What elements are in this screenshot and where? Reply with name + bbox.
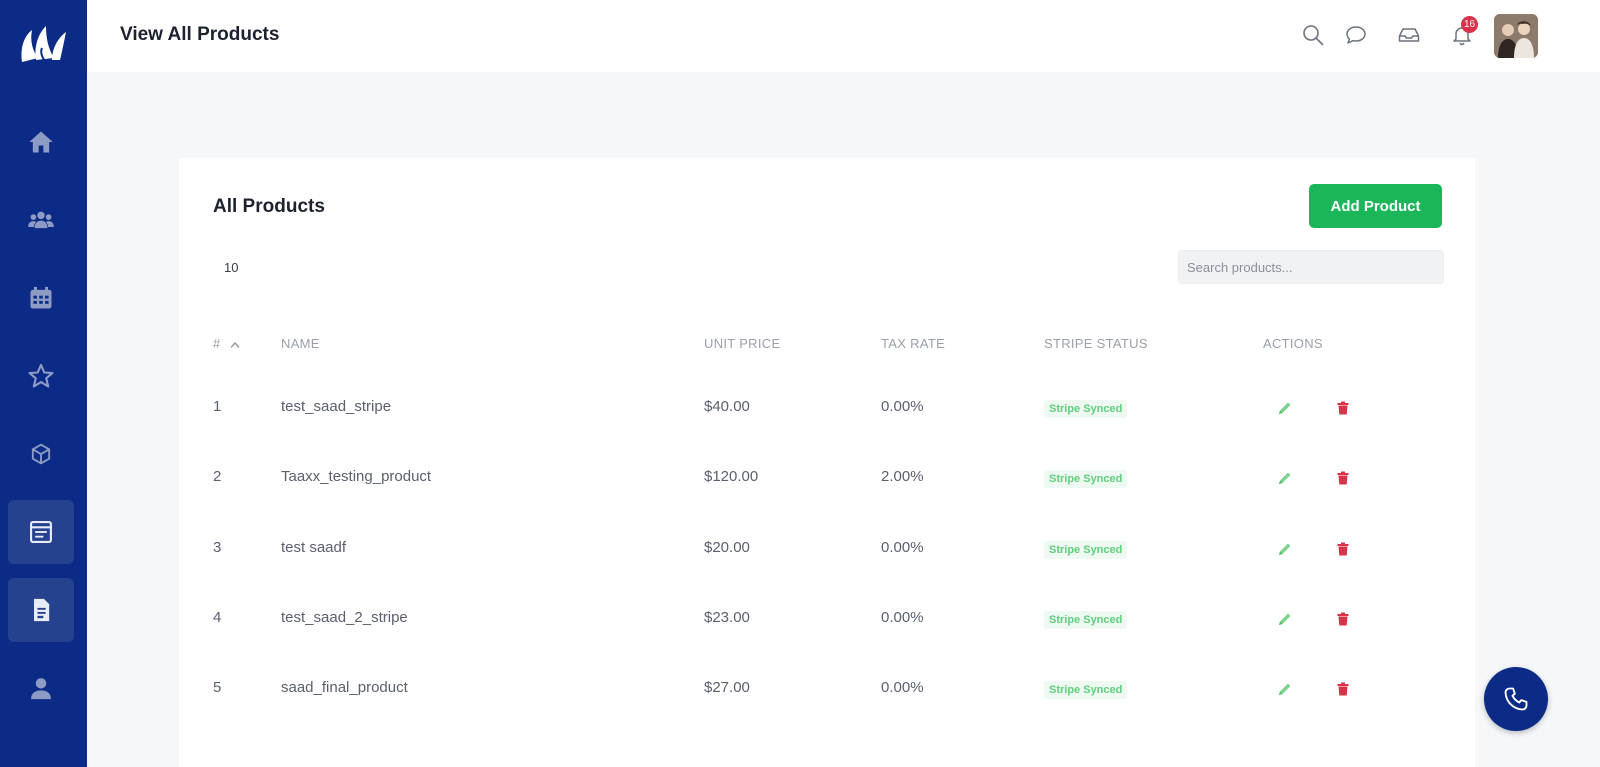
product-name: test_saad_2_stripe	[281, 609, 408, 626]
table-row: 1 test_saad_stripe $40.00 0.00% Stripe S…	[179, 398, 1475, 428]
card-title: All Products	[213, 196, 325, 217]
inbox-button[interactable]	[1397, 23, 1423, 49]
column-header-name[interactable]: NAME	[281, 336, 320, 351]
products-card: All Products Add Product 10 # NAME UNIT …	[179, 158, 1475, 767]
sidebar-item-home[interactable]	[8, 110, 74, 174]
invoice-list-icon	[30, 521, 52, 543]
stripe-status-badge: Stripe Synced	[1044, 681, 1128, 699]
brand-logo[interactable]	[18, 22, 70, 66]
tax-rate: 0.00%	[881, 539, 924, 556]
document-icon	[34, 598, 50, 622]
product-name: test_saad_stripe	[281, 398, 392, 415]
tax-rate: 0.00%	[881, 398, 924, 415]
table-row: 3 test saadf $20.00 0.00% Stripe Synced	[179, 539, 1475, 569]
stripe-status-badge: Stripe Synced	[1044, 470, 1128, 488]
column-header-number[interactable]: #	[213, 336, 241, 351]
edit-button[interactable]	[1277, 470, 1293, 490]
unit-price: $23.00	[704, 609, 750, 626]
avatar-photo-icon	[1494, 14, 1538, 58]
delete-button[interactable]	[1335, 470, 1351, 490]
notification-badge: 16	[1461, 16, 1478, 33]
star-icon	[28, 363, 54, 388]
unit-price: $40.00	[704, 398, 750, 415]
row-number: 4	[213, 609, 222, 626]
page-title: View All Products	[120, 24, 280, 45]
edit-button[interactable]	[1277, 400, 1293, 420]
inbox-icon	[1398, 28, 1420, 42]
messages-button[interactable]	[1344, 23, 1370, 49]
users-icon	[28, 211, 54, 229]
column-header-unit-price[interactable]: UNIT PRICE	[704, 336, 780, 351]
column-header-tax-rate[interactable]: TAX RATE	[881, 336, 945, 351]
chat-bubble-icon	[1346, 26, 1366, 44]
sidebar-item-invoices[interactable]	[8, 500, 74, 564]
column-header-actions: ACTIONS	[1263, 336, 1323, 351]
delete-button[interactable]	[1335, 400, 1351, 420]
stripe-status-badge: Stripe Synced	[1044, 611, 1128, 629]
table-row: 5 saad_final_product $27.00 0.00% Stripe…	[179, 679, 1475, 709]
user-icon	[31, 678, 51, 700]
trash-icon	[1337, 471, 1349, 485]
stripe-status-badge: Stripe Synced	[1044, 400, 1128, 418]
pencil-icon	[1279, 472, 1291, 484]
sidebar	[0, 0, 87, 767]
table-row: 4 test_saad_2_stripe $23.00 0.00% Stripe…	[179, 609, 1475, 639]
edit-button[interactable]	[1277, 541, 1293, 561]
tax-rate: 2.00%	[881, 468, 924, 485]
pencil-icon	[1279, 402, 1291, 414]
box-icon	[31, 443, 51, 465]
delete-button[interactable]	[1335, 681, 1351, 701]
pencil-icon	[1279, 683, 1291, 695]
edit-button[interactable]	[1277, 681, 1293, 701]
top-header: View All Products	[87, 0, 1600, 72]
row-number: 5	[213, 679, 222, 696]
search-button[interactable]	[1301, 23, 1327, 49]
table-row: 2 Taaxx_testing_product $120.00 2.00% St…	[179, 468, 1475, 498]
product-name: test saadf	[281, 539, 347, 556]
add-product-button[interactable]: Add Product	[1309, 184, 1442, 228]
unit-price: $27.00	[704, 679, 750, 696]
unit-price: $20.00	[704, 539, 750, 556]
table-header: # NAME UNIT PRICE TAX RATE STRIPE STATUS…	[179, 336, 1475, 356]
row-number: 3	[213, 539, 222, 556]
search-icon	[1303, 25, 1324, 46]
phone-icon	[1504, 687, 1528, 711]
edit-button[interactable]	[1277, 611, 1293, 631]
trash-icon	[1337, 682, 1349, 696]
product-name: saad_final_product	[281, 679, 408, 696]
product-name: Taaxx_testing_product	[281, 468, 432, 485]
page-size-select[interactable]: 10	[224, 260, 238, 275]
trash-icon	[1337, 612, 1349, 626]
tax-rate: 0.00%	[881, 609, 924, 626]
call-button[interactable]	[1484, 667, 1548, 731]
tax-rate: 0.00%	[881, 679, 924, 696]
sidebar-item-users[interactable]	[8, 188, 74, 252]
delete-button[interactable]	[1335, 541, 1351, 561]
sidebar-item-products[interactable]	[8, 422, 74, 486]
calendar-icon	[30, 286, 52, 309]
sidebar-item-calendar[interactable]	[8, 266, 74, 330]
row-number: 1	[213, 398, 222, 415]
row-number: 2	[213, 468, 222, 485]
column-header-stripe-status[interactable]: STRIPE STATUS	[1044, 336, 1148, 351]
search-input[interactable]	[1178, 250, 1444, 284]
sort-ascending-icon	[230, 341, 241, 348]
avatar[interactable]	[1494, 14, 1538, 58]
sidebar-item-favorites[interactable]	[8, 344, 74, 408]
sidebar-item-profile[interactable]	[8, 656, 74, 720]
unit-price: $120.00	[704, 468, 759, 485]
stripe-status-badge: Stripe Synced	[1044, 541, 1128, 559]
delete-button[interactable]	[1335, 611, 1351, 631]
trash-icon	[1337, 542, 1349, 556]
trash-icon	[1337, 401, 1349, 415]
pencil-icon	[1279, 543, 1291, 555]
pencil-icon	[1279, 613, 1291, 625]
sidebar-item-documents[interactable]	[8, 578, 74, 642]
home-icon	[29, 131, 53, 153]
